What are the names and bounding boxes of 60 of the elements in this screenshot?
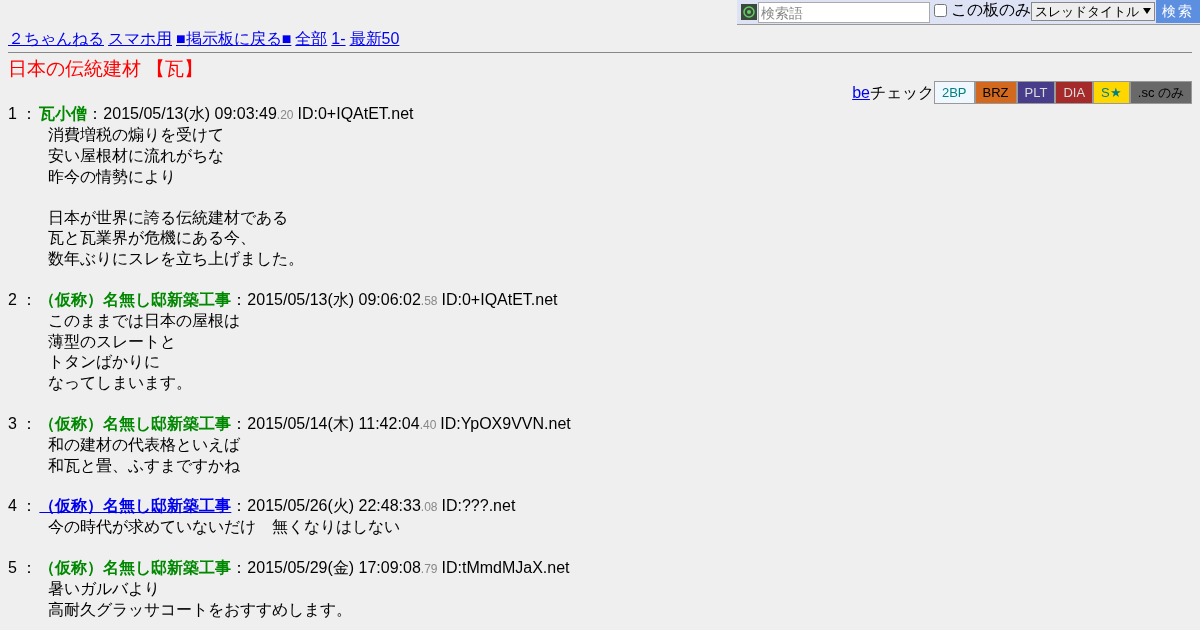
poster-name: （仮称）名無し邸新築工事 (39, 559, 232, 577)
filter-button[interactable]: DIA (1055, 81, 1094, 105)
poster-name: （仮称）名無し邸新築工事 (39, 291, 232, 309)
post-text: 数年ぶりにスレを立ち上げました。 (48, 249, 305, 270)
post-time-fraction: .79 (420, 562, 438, 577)
post-date: ：2015/05/13(水) 09:06:02 (231, 291, 421, 309)
post-text: 安い屋根材に流れがちな (48, 146, 225, 167)
post-date: ：2015/05/26(火) 22:48:33 (231, 497, 421, 515)
post-time-fraction: .08 (420, 500, 438, 515)
poster-name-link[interactable]: （仮称）名無し邸新築工事 (39, 497, 232, 515)
post-text: 暑いガルバより (48, 578, 161, 599)
post-time-fraction: .20 (276, 108, 294, 123)
caret-icon (1142, 8, 1151, 14)
post-text: 薄型のスレートと (48, 331, 177, 352)
post-text: なってしまいます。 (48, 373, 193, 394)
post-text: 今の時代が求めていないだけ 無くなりはしない (48, 517, 401, 538)
post-text: 瓦と瓦業界が危機にある今、 (48, 228, 257, 249)
post-text: 和の建材の代表格といえば (48, 434, 241, 455)
be-check-label: チェック (869, 82, 934, 103)
post-id: ID:tMmdMJaX.net (441, 559, 570, 577)
post-id: ID:YpOX9VVN.net (440, 415, 571, 433)
checkbox[interactable] (934, 4, 947, 17)
post-text: 昨今の情勢により (48, 166, 177, 187)
search-field[interactable]: 検索語 (758, 2, 930, 23)
nav-link[interactable]: ２ちゃんねる (8, 29, 104, 50)
post-text: 日本が世界に誇る伝統建材である (48, 207, 289, 228)
post-id: ID:???.net (441, 497, 516, 515)
post-date: ：2015/05/13(水) 09:03:49 (87, 105, 277, 123)
post-number: 5 ： (8, 559, 38, 577)
post-text: 消費増税の煽りを受けて (48, 125, 225, 146)
filter-button[interactable]: .sc のみ (1129, 81, 1192, 105)
poster-name: 瓦小僧 (39, 105, 88, 123)
post-time-fraction: .58 (420, 294, 438, 309)
post-text: トタンばかりに (48, 352, 161, 373)
post-text: このままでは日本の屋根は (48, 310, 241, 331)
post-number: 4 ： (8, 497, 38, 515)
checkbox-label: この板のみ (951, 0, 1031, 20)
post-id: ID:0+IQAtET.net (441, 291, 558, 309)
filter-button[interactable]: 2BP (933, 81, 975, 105)
logo-icon (741, 4, 757, 20)
nav-link[interactable]: 最新50 (349, 29, 400, 50)
post-date: ：2015/05/14(木) 11:42:04 (231, 415, 420, 433)
post-number: 2 ： (8, 291, 38, 309)
post-time-fraction: .40 (419, 418, 437, 433)
post-text: 高耐久グラッサコートをおすすめします。 (48, 599, 353, 620)
thread-title: 日本の伝統建材 【瓦】 (8, 56, 205, 81)
post-date: ：2015/05/29(金) 17:09:08 (231, 559, 421, 577)
post-text: 和瓦と畳、ふすまですかね (48, 455, 241, 476)
scope-dropdown[interactable]: スレッドタイトル (1031, 2, 1155, 21)
nav-link[interactable]: ■掲示板に戻る■ (176, 29, 292, 50)
nav-link[interactable]: 全部 (295, 29, 328, 50)
filter-button[interactable]: BRZ (974, 81, 1017, 105)
nav-link[interactable]: スマホ用 (108, 29, 172, 50)
be-link[interactable]: be (852, 82, 870, 104)
filter-button[interactable]: PLT (1016, 81, 1056, 105)
post-number: 1 ： (8, 105, 38, 123)
post-id: ID:0+IQAtET.net (297, 105, 414, 123)
nav-link[interactable]: 1- (331, 29, 346, 50)
post-number: 3 ： (8, 415, 38, 433)
poster-name: （仮称）名無し邸新築工事 (39, 415, 232, 433)
